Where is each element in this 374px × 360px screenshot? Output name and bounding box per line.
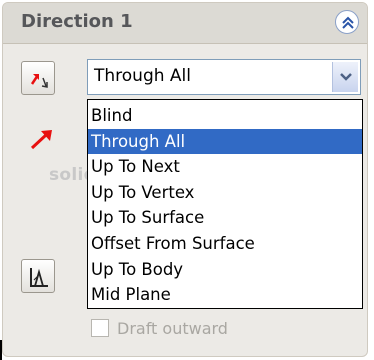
collapse-button[interactable] xyxy=(335,10,359,34)
chevron-up-double-icon xyxy=(342,16,354,29)
option-up-to-surface[interactable]: Up To Surface xyxy=(88,205,362,231)
draft-outward-label: Draft outward xyxy=(117,319,228,338)
reverse-direction-icon xyxy=(30,74,48,88)
chevron-down-icon xyxy=(340,73,352,81)
section-header[interactable]: Direction 1 xyxy=(3,3,367,44)
text-cursor xyxy=(0,340,2,360)
option-offset-from-surface[interactable]: Offset From Surface xyxy=(88,231,362,257)
option-up-to-body[interactable]: Up To Body xyxy=(88,257,362,283)
end-condition-list: Blind Through All Up To Next Up To Verte… xyxy=(87,99,363,309)
option-blind[interactable]: Blind xyxy=(88,103,362,129)
option-through-all[interactable]: Through All xyxy=(88,128,362,155)
end-condition-value: Through All xyxy=(94,66,191,86)
draft-outward-checkbox[interactable] xyxy=(91,319,109,337)
end-condition-select[interactable]: Through All xyxy=(87,59,361,95)
option-up-to-vertex[interactable]: Up To Vertex xyxy=(88,180,362,206)
draft-toggle-button[interactable] xyxy=(21,259,55,293)
draft-icon xyxy=(30,268,48,287)
option-mid-plane[interactable]: Mid Plane xyxy=(88,282,362,308)
dropdown-toggle[interactable] xyxy=(332,62,358,92)
direction-1-panel: Direction 1 Through All Blind Through Al… xyxy=(2,2,368,357)
direction-arrow-icon xyxy=(30,130,52,150)
option-up-to-next[interactable]: Up To Next xyxy=(88,154,362,180)
section-title: Direction 1 xyxy=(21,11,133,32)
reverse-direction-button[interactable] xyxy=(21,61,55,95)
